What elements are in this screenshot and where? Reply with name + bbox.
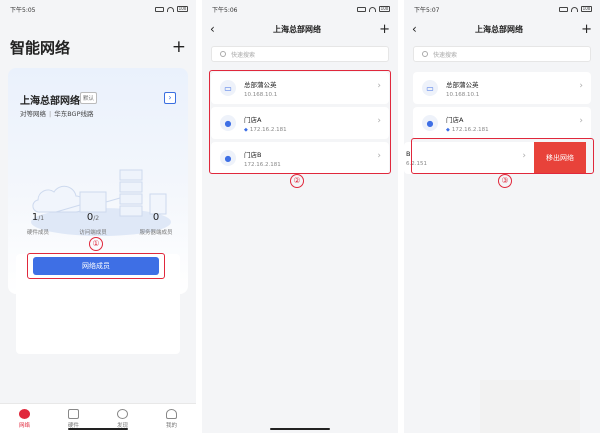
back-button[interactable]: ‹ [412,22,417,36]
status-time: 下午5:07 [414,6,440,14]
page-title: 智能网络 [10,38,71,57]
list-item[interactable]: ● 门店A ◆ 172.16.2.181 › [413,107,591,139]
home-indicator [270,428,330,430]
user-icon: ● [422,115,438,131]
signal-icon [357,6,366,12]
stat-server: 0 服务器端成员 [139,212,173,236]
search-icon [422,51,428,57]
page-header: 智能网络 + [0,32,196,62]
status-time: 下午5:06 [212,6,238,14]
page-title: 上海总部网络 [474,24,523,34]
watermark-overlay [480,380,580,433]
compass-icon [117,408,128,419]
step-marker: ② [290,174,304,188]
signal-icon [559,6,568,12]
wifi-icon [167,6,174,12]
network-name: 上海总部网络 [20,96,80,107]
search-input[interactable]: 快速搜索 [211,46,389,62]
phone-network-home: 下午5:05 100 智能网络 + 上海总部网络 默认 › 对等网络 | 华东BGP… [0,0,196,433]
signal-icon [155,6,164,12]
status-bar: 下午5:05 100 [0,0,196,18]
wifi-icon [369,6,376,12]
back-button[interactable]: ‹ [210,22,215,36]
status-bar: 下午5:06 100 [202,0,398,18]
add-network-button[interactable]: + [172,38,186,56]
status-time: 下午5:05 [10,6,36,14]
nav-bar: ‹ 上海总部网络 + [202,18,398,40]
page-title: 上海总部网络 [272,24,321,34]
default-badge: 默认 [80,92,98,104]
highlight-frame [209,70,391,174]
home-indicator [68,428,128,430]
phone-members-list: 下午5:06 100 ‹ 上海总部网络 + 快速搜索 ▭ 总部蒲公英 10.168… [202,0,398,433]
step-marker: ③ [498,174,512,188]
status-bar: 下午5:07 100 [404,0,600,18]
user-tab-icon [166,408,177,419]
tab-hardware[interactable]: 硬件 [54,408,94,429]
search-input[interactable]: 快速搜索 [413,46,591,62]
step-marker: ① [89,237,103,251]
network-type: 对等网络 [20,110,46,118]
add-member-button[interactable]: + [379,23,390,36]
tab-network[interactable]: 网络 [5,408,45,429]
network-line: 华东BGP线路 [54,110,94,118]
status-dot-icon: ◆ [446,126,450,133]
nav-bar: ‹ 上海总部网络 + [404,18,600,40]
battery-icon: 100 [379,6,390,12]
chevron-right-icon: › [579,116,583,126]
stat-access: 0/2 访问端成员 [79,212,107,236]
add-member-button[interactable]: + [581,23,592,36]
tab-discover[interactable]: 发现 [103,408,143,429]
battery-icon: 100 [177,6,188,12]
chevron-right-icon: › [579,81,583,91]
router-icon: ▭ [422,80,438,96]
network-tab-icon [19,408,30,419]
tab-me[interactable]: 我的 [152,408,192,429]
list-item[interactable]: ▭ 总部蒲公英 10.168.10.1 › [413,72,591,104]
hardware-tab-icon [68,408,79,419]
network-detail-button[interactable]: › [164,92,176,104]
network-subtitle: 对等网络 | 华东BGP线路 [20,110,94,118]
highlight-frame [411,138,594,174]
search-icon [220,51,226,57]
phone-remove-member: 下午5:07 100 ‹ 上海总部网络 + 快速搜索 ▭ 总部蒲公英 10.168… [404,0,600,433]
wifi-icon [571,6,578,12]
network-members-button[interactable]: 网络成员 [33,257,159,275]
battery-icon: 100 [581,6,592,12]
stat-hardware: 1/1 硬件成员 [26,212,49,236]
